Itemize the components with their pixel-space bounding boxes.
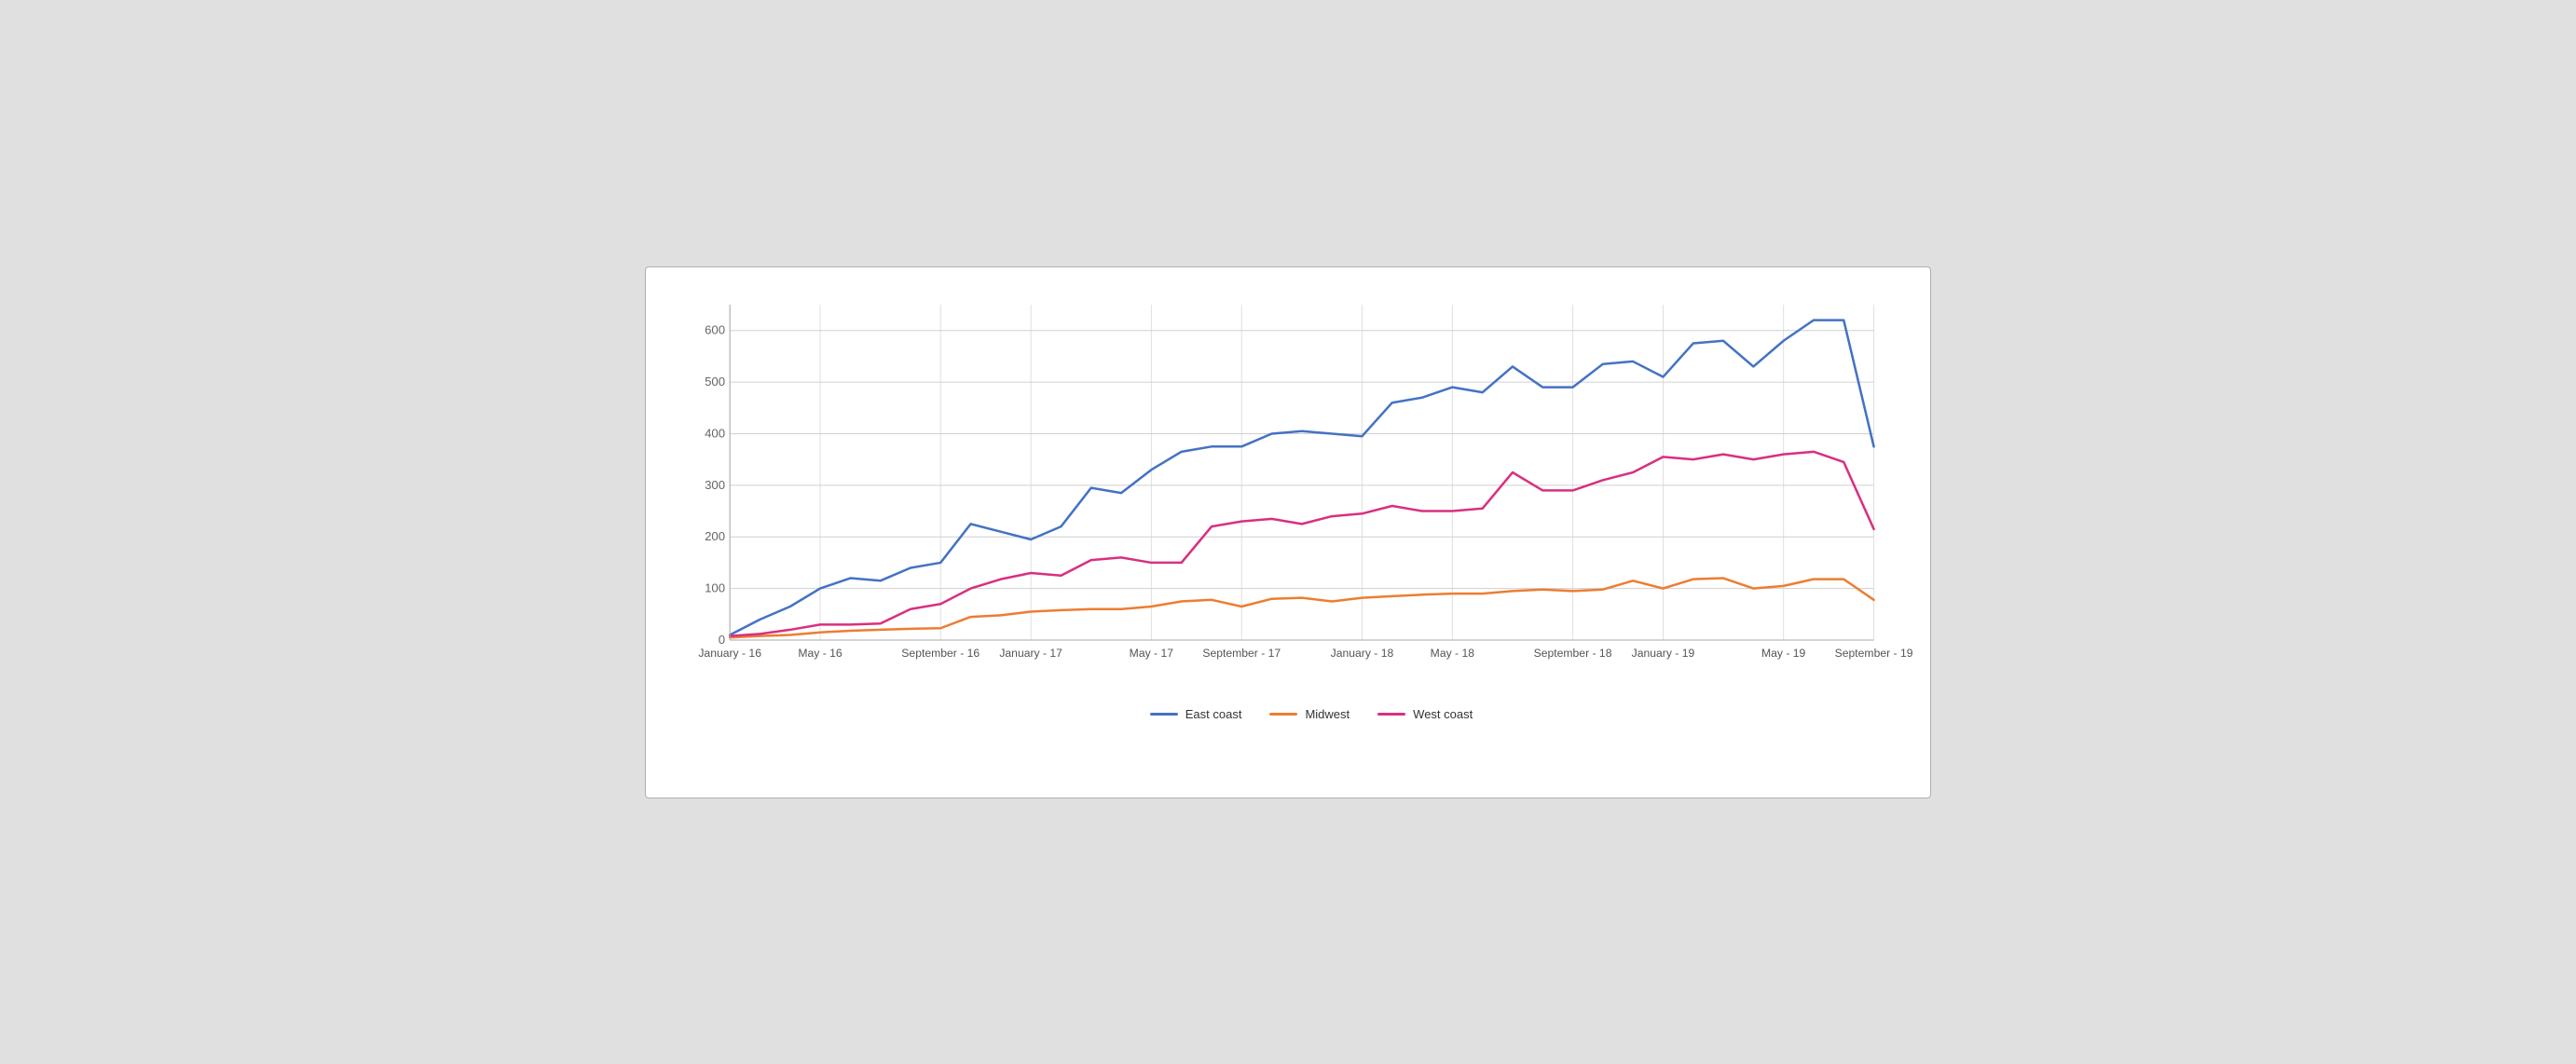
svg-text:500: 500 [705, 375, 725, 389]
svg-text:January - 18: January - 18 [1331, 647, 1394, 660]
legend-color [1150, 713, 1178, 716]
legend-label: East coast [1185, 707, 1242, 721]
legend-color [1377, 713, 1405, 716]
svg-text:300: 300 [705, 477, 725, 491]
legend-label: West coast [1413, 707, 1473, 721]
svg-text:200: 200 [705, 529, 725, 543]
legend-item: West coast [1377, 707, 1473, 721]
svg-text:May - 16: May - 16 [798, 647, 843, 660]
svg-text:400: 400 [705, 426, 725, 440]
legend-item: Midwest [1269, 707, 1350, 721]
svg-text:January - 16: January - 16 [698, 647, 761, 660]
svg-text:May - 19: May - 19 [1761, 647, 1806, 660]
chart-container: 0 100 200 300 400 500 600 January - 16 May - 16 S… [645, 266, 1931, 798]
legend-label: Midwest [1305, 707, 1350, 721]
chart-legend: East coast Midwest West coast [720, 707, 1902, 721]
svg-text:January - 19: January - 19 [1632, 647, 1695, 660]
legend-color [1269, 713, 1297, 716]
svg-text:September - 18: September - 18 [1534, 647, 1612, 660]
chart-svg: 0100200300400500600January - 16May - 16S… [720, 295, 1902, 696]
svg-text:May - 18: May - 18 [1431, 647, 1475, 660]
svg-text:January - 17: January - 17 [999, 647, 1062, 660]
svg-text:May - 17: May - 17 [1130, 647, 1174, 660]
svg-text:0: 0 [719, 633, 725, 647]
svg-text:September - 19: September - 19 [1835, 647, 1913, 660]
svg-text:600: 600 [705, 322, 725, 336]
legend-item: East coast [1150, 707, 1242, 721]
svg-text:September - 17: September - 17 [1202, 647, 1281, 660]
svg-text:September - 16: September - 16 [901, 647, 980, 660]
svg-text:100: 100 [705, 580, 725, 594]
